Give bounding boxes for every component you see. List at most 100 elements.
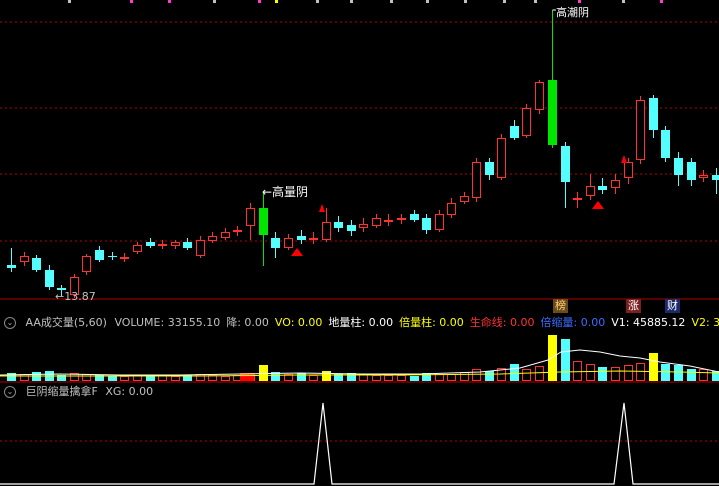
candle-body-up: [636, 100, 645, 160]
candle-body-up: [309, 238, 318, 240]
volume-bar-up: [120, 376, 129, 381]
candle-body-up: [472, 162, 481, 198]
candle-body-up: [221, 232, 230, 238]
top-marker: [316, 0, 319, 3]
candle-body-up: [397, 218, 406, 220]
volume-bar-up: [611, 367, 620, 381]
top-marker: [350, 0, 353, 3]
signal-indicator-name: 巨阴缩量擒拿F: [25, 385, 98, 398]
candle-body-up: [133, 245, 142, 252]
volume-bar-down: [297, 373, 306, 381]
candle-body-down: [271, 238, 280, 248]
volume-bar-up: [460, 372, 469, 381]
up-arrow-signal: [319, 204, 325, 212]
low-price-arrow: ←: [55, 290, 65, 303]
candle-body-down: [347, 225, 356, 231]
volume-bar-up: [636, 363, 645, 381]
volume-bar-up: [472, 369, 481, 381]
volume_indicator-value-2: VO: 0.00: [274, 316, 323, 329]
volume-bar-up: [82, 374, 91, 381]
candle-body-up: [372, 218, 381, 226]
top-marker: [68, 0, 71, 3]
candle-body-down: [661, 130, 670, 158]
volume_indicator-value-7: V1: 45885.12: [611, 316, 686, 329]
candle-body-down: [95, 250, 104, 260]
buy-signal-triangle: [291, 248, 303, 256]
volume-bar-up: [196, 374, 205, 381]
volume-bar-up: [309, 375, 318, 381]
volume-bar-down: [108, 376, 117, 381]
tag-cai[interactable]: 财: [665, 299, 680, 313]
up-arrow-signal: [621, 155, 627, 163]
volume-bar-down: [7, 373, 16, 381]
candle-body-down: [410, 214, 419, 220]
volume-bar-up: [522, 369, 531, 381]
top-marker: [168, 0, 171, 3]
volume_indicator-value-1: 降: 0.00: [226, 316, 269, 329]
volume-bar-up: [221, 376, 230, 381]
volume-bar-up: [20, 374, 29, 381]
volume-bar-up: [435, 374, 444, 381]
candle-body-up: [359, 224, 368, 228]
volume-bar-up: [171, 376, 180, 381]
candle-body-up: [586, 186, 595, 196]
high-volume-bearish-label: ←高量阴: [262, 185, 309, 199]
candle-body-up: [435, 214, 444, 230]
peak-label: 高潮阴: [556, 6, 589, 19]
volume-bar-up: [586, 364, 595, 381]
buy-signal-triangle: [592, 201, 604, 209]
candle-body-up: [522, 108, 531, 136]
top-marker: [464, 0, 467, 3]
candle-body-up: [497, 138, 506, 178]
volume-bar-up: [624, 365, 633, 381]
candle-body-up: [120, 257, 129, 259]
candle-body-up: [171, 242, 180, 246]
candle-body-up: [535, 82, 544, 110]
candle-body-down: [548, 80, 557, 145]
candle-body-up: [233, 230, 242, 232]
top-marker: [258, 0, 261, 3]
volume-bar-down: [674, 365, 683, 381]
top-marker: [390, 0, 393, 3]
candle-body-down: [485, 162, 494, 175]
volume_indicator-value-0: VOLUME: 33155.10: [114, 316, 221, 329]
candle-body-up: [573, 198, 582, 200]
kline-chart-canvas[interactable]: [0, 0, 719, 486]
candle-body-up: [699, 175, 708, 178]
collapse-icon[interactable]: ⌄: [4, 317, 16, 329]
candle-body-down: [183, 242, 192, 248]
top-marker: [503, 0, 506, 3]
signal-indicator-header[interactable]: ⌄ 巨阴缩量擒拿F XG: 0.00: [0, 384, 719, 400]
volume-indicator-header[interactable]: ⌄ AA成交量(5,60) VOLUME: 33155.10 降: 0.00 VO:…: [0, 315, 719, 331]
candle-body-down: [561, 146, 570, 182]
top-marker: [660, 0, 663, 3]
tag-zhang[interactable]: 涨: [626, 299, 641, 313]
volume-bar-highlight: [649, 353, 658, 381]
candle-body-down: [146, 242, 155, 246]
volume-bar-highlight: [322, 371, 331, 381]
top-marker: [426, 0, 429, 3]
candle-body-up: [208, 236, 217, 241]
volume_indicator-value-6: 倍缩量: 0.00: [540, 316, 606, 329]
candle-body-up: [246, 208, 255, 226]
candle-body-down: [334, 222, 343, 228]
candle-body-down: [108, 256, 117, 257]
top-marker: [534, 0, 537, 3]
volume-bar-up: [372, 375, 381, 381]
candle-body-up: [384, 220, 393, 222]
candle-body-down: [649, 98, 658, 130]
collapse-icon[interactable]: ⌄: [4, 386, 16, 398]
volume-bar-highlight: [548, 335, 557, 381]
volume-bar-down: [410, 376, 419, 381]
candle-body-up: [82, 256, 91, 272]
low-price-label: ←13.87: [55, 290, 96, 303]
volume-bar-up: [573, 361, 582, 381]
candle-body-down: [510, 126, 519, 138]
signal-indicator-values: XG: 0.00: [105, 385, 159, 398]
tag-bang[interactable]: 榜: [553, 299, 568, 313]
candle-body-up: [447, 203, 456, 215]
candle-body-up: [611, 180, 620, 188]
volume-bar-up: [384, 375, 393, 381]
candle-body-up: [20, 256, 29, 262]
candle-body-down: [259, 208, 268, 235]
